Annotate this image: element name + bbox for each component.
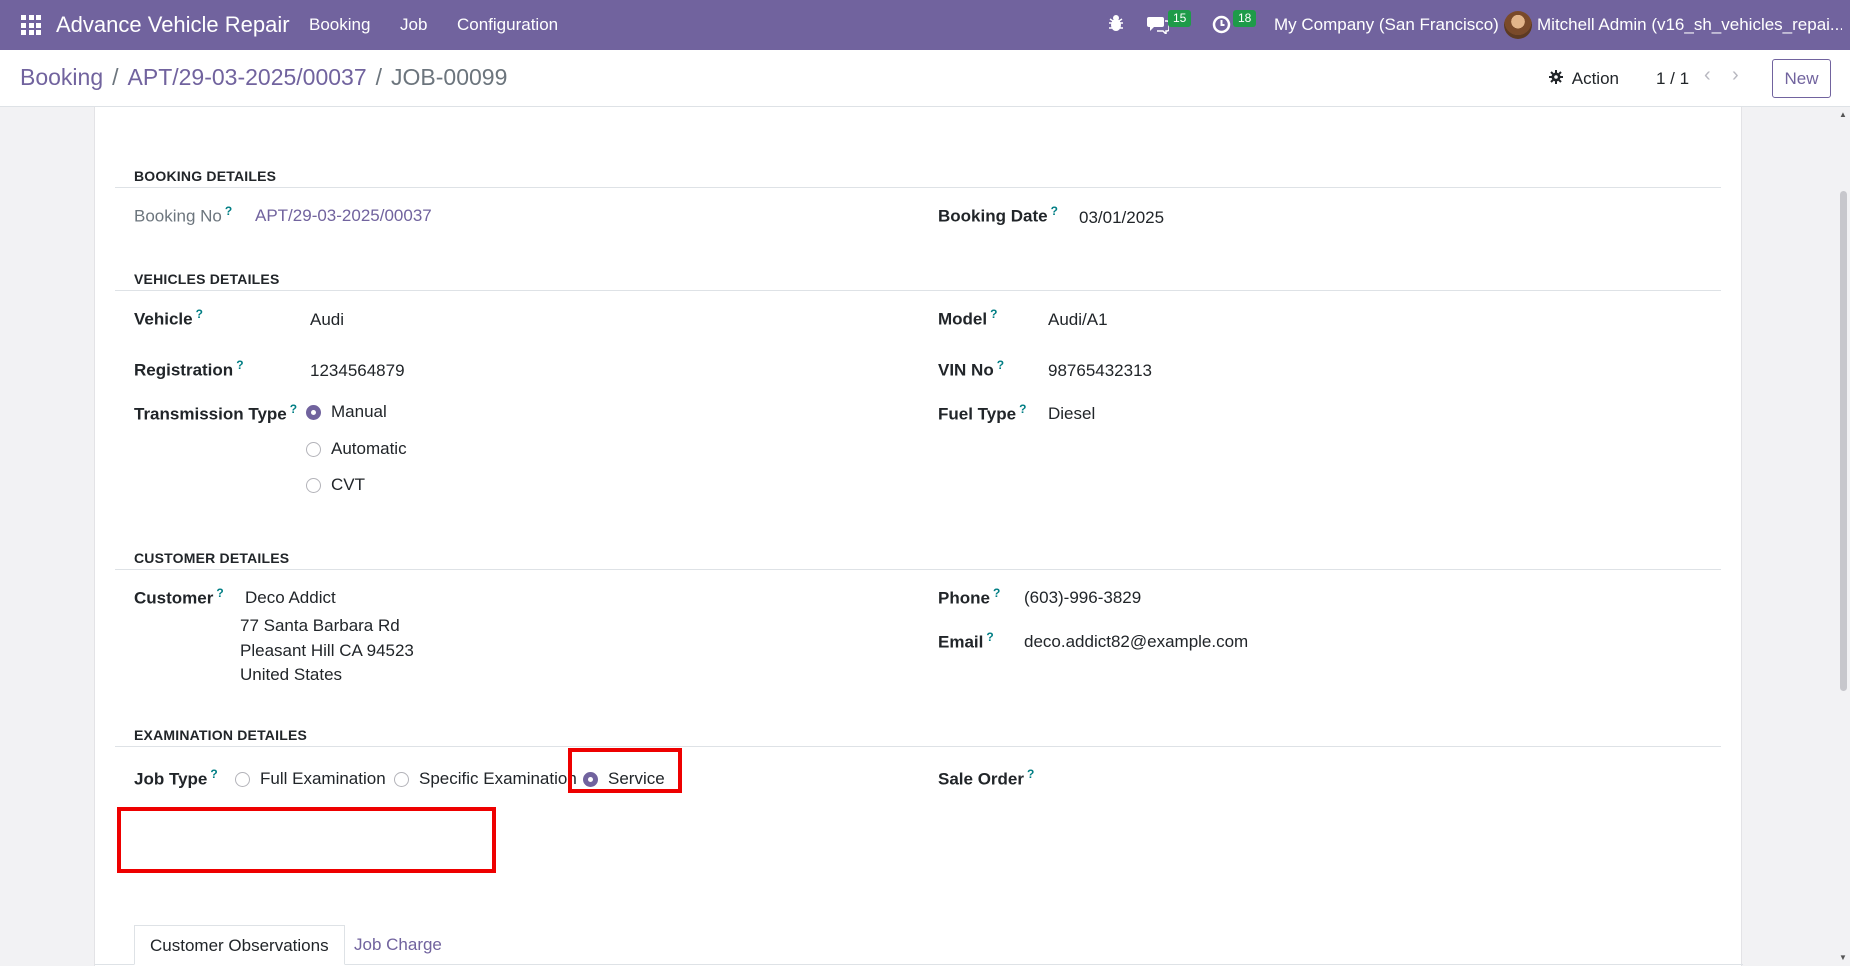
action-label: Action xyxy=(1571,69,1619,88)
help-tooltip-icon[interactable]: ? xyxy=(225,204,232,218)
company-switcher[interactable]: My Company (San Francisco) xyxy=(1274,15,1499,35)
sale-order-label: Sale Order? xyxy=(938,767,1035,789)
transmission-option-cvt[interactable]: CVT xyxy=(306,475,365,495)
control-panel: Booking / APT/29-03-2025/00037 / JOB-00099 A… xyxy=(0,50,1850,107)
top-navbar: Advance Vehicle Repair Booking Job Confi… xyxy=(0,0,1850,50)
pager-previous-icon[interactable]: ‹ xyxy=(1704,64,1711,87)
help-tooltip-icon[interactable]: ? xyxy=(290,402,297,416)
breadcrumb: Booking / APT/29-03-2025/00037 / JOB-00099 xyxy=(20,64,507,91)
section-divider xyxy=(115,290,1721,291)
messages-icon[interactable] xyxy=(1147,15,1170,39)
section-divider xyxy=(115,746,1721,747)
radio-unselected-icon xyxy=(394,771,409,787)
help-tooltip-icon[interactable]: ? xyxy=(993,586,1000,600)
model-label: Model? xyxy=(938,307,998,329)
breadcrumb-booking[interactable]: Booking xyxy=(20,64,103,90)
form-sheet: BOOKING DETAILES Booking No? APT/29-03-2… xyxy=(94,107,1743,966)
section-title-examination: EXAMINATION DETAILES xyxy=(134,727,308,743)
scroll-down-icon[interactable]: ▼ xyxy=(1838,953,1848,963)
menu-job[interactable]: Job xyxy=(400,15,427,35)
user-menu[interactable]: Mitchell Admin (v16_sh_vehicles_repai... xyxy=(1537,15,1842,35)
help-tooltip-icon[interactable]: ? xyxy=(210,767,217,781)
pager-value[interactable]: 1 / 1 xyxy=(1656,69,1689,89)
vehicle-label: Vehicle? xyxy=(134,307,203,329)
apps-menu-icon[interactable] xyxy=(21,15,41,35)
tab-job-charge[interactable]: Job Charge xyxy=(339,925,457,965)
email-label: Email? xyxy=(938,630,994,652)
scroll-up-icon[interactable]: ▲ xyxy=(1838,110,1848,120)
help-tooltip-icon[interactable]: ? xyxy=(986,630,993,644)
booking-date-value: 03/01/2025 xyxy=(1079,208,1165,227)
new-button[interactable]: New xyxy=(1772,59,1831,98)
vin-value: 98765432313 xyxy=(1048,361,1153,380)
model-value: Audi/A1 xyxy=(1048,310,1108,329)
help-tooltip-icon[interactable]: ? xyxy=(1051,204,1058,218)
transmission-option-automatic[interactable]: Automatic xyxy=(306,439,407,459)
pager-next-icon[interactable]: › xyxy=(1732,64,1739,87)
radio-selected-icon xyxy=(306,404,321,420)
radio-unselected-icon xyxy=(235,771,250,787)
breadcrumb-separator: / xyxy=(112,64,119,90)
customer-country: United States xyxy=(240,665,343,684)
help-tooltip-icon[interactable]: ? xyxy=(1019,402,1026,416)
job-type-option-full-examination[interactable]: Full Examination xyxy=(235,769,386,789)
help-tooltip-icon[interactable]: ? xyxy=(196,307,203,321)
booking-no-link[interactable]: APT/29-03-2025/00037 xyxy=(255,206,432,226)
phone-label: Phone? xyxy=(938,586,1001,608)
customer-address-line1: 77 Santa Barbara Rd xyxy=(240,616,400,635)
section-title-customer: CUSTOMER DETAILES xyxy=(134,550,290,566)
phone-value: (603)-996-3829 xyxy=(1024,588,1142,607)
email-value: deco.addict82@example.com xyxy=(1024,632,1249,651)
radio-unselected-icon xyxy=(306,441,321,457)
transmission-type-label: Transmission Type? xyxy=(134,402,298,424)
tab-customer-observations[interactable]: Customer Observations xyxy=(134,925,345,965)
activities-count-badge: 18 xyxy=(1233,10,1257,27)
user-avatar[interactable] xyxy=(1504,11,1532,39)
booking-no-label: Booking No? xyxy=(134,204,233,226)
vin-label: VIN No? xyxy=(938,358,1005,380)
section-divider xyxy=(115,187,1721,188)
fuel-type-value: Diesel xyxy=(1048,404,1096,423)
section-title-booking: BOOKING DETAILES xyxy=(134,168,277,184)
app-name[interactable]: Advance Vehicle Repair xyxy=(56,12,290,38)
activities-clock-icon[interactable] xyxy=(1212,15,1231,39)
highlight-tabs xyxy=(117,807,496,873)
page-scrollbar[interactable]: ▲ ▼ xyxy=(1836,107,1850,966)
fuel-type-label: Fuel Type? xyxy=(938,402,1027,424)
help-tooltip-icon[interactable]: ? xyxy=(1027,767,1034,781)
section-divider xyxy=(115,569,1721,570)
highlight-service-option xyxy=(568,748,682,793)
menu-configuration[interactable]: Configuration xyxy=(457,15,558,35)
job-type-label: Job Type? xyxy=(134,767,218,789)
help-tooltip-icon[interactable]: ? xyxy=(997,358,1004,372)
transmission-option-manual[interactable]: Manual xyxy=(306,402,387,422)
booking-date-label: Booking Date? xyxy=(938,204,1058,226)
breadcrumb-separator: / xyxy=(375,64,383,90)
action-menu-button[interactable]: Action xyxy=(1549,69,1619,89)
scrollbar-thumb[interactable] xyxy=(1840,191,1847,691)
gear-icon xyxy=(1549,69,1568,88)
customer-address-line2: Pleasant Hill CA 94523 xyxy=(240,641,414,660)
registration-value: 1234564879 xyxy=(310,361,405,380)
menu-booking[interactable]: Booking xyxy=(309,15,370,35)
help-tooltip-icon[interactable]: ? xyxy=(990,307,997,321)
registration-label: Registration? xyxy=(134,358,244,380)
customer-name-link[interactable]: Deco Addict xyxy=(245,588,336,608)
section-title-vehicle: VEHICLES DETAILES xyxy=(134,271,280,287)
debug-bug-icon[interactable] xyxy=(1108,14,1124,37)
job-type-option-specific-examination[interactable]: Specific Examination xyxy=(394,769,577,789)
help-tooltip-icon[interactable]: ? xyxy=(216,586,223,600)
customer-label: Customer? xyxy=(134,586,224,608)
help-tooltip-icon[interactable]: ? xyxy=(236,358,243,372)
radio-unselected-icon xyxy=(306,477,321,493)
vehicle-value: Audi xyxy=(310,310,345,329)
breadcrumb-current-job: JOB-00099 xyxy=(391,64,508,90)
messages-count-badge: 15 xyxy=(1168,10,1192,27)
breadcrumb-booking-record[interactable]: APT/29-03-2025/00037 xyxy=(128,64,367,90)
